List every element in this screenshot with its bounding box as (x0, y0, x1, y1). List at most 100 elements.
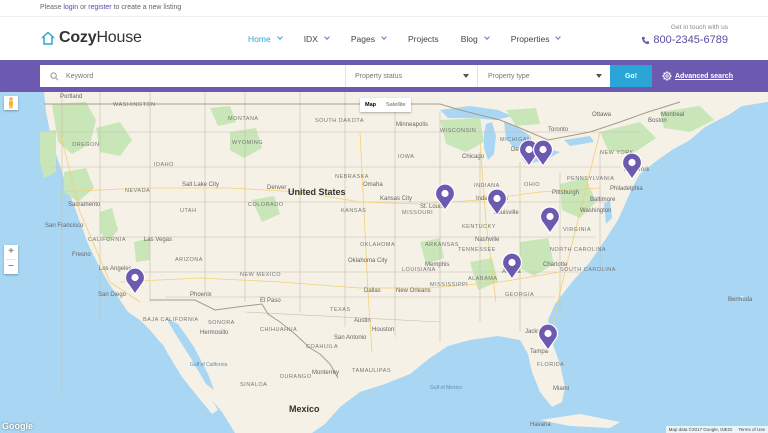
state-label: IOWA (398, 154, 415, 160)
attribution-text: Map data ©2017 Google, INEGI (668, 427, 733, 432)
property-type-select[interactable]: Property type (478, 65, 610, 87)
search-icon (50, 71, 59, 80)
map-pin[interactable] (539, 206, 561, 234)
property-status-select[interactable]: Property status (346, 65, 478, 87)
advanced-search-label: Advanced search (675, 72, 733, 80)
city-label: Washington (580, 208, 612, 214)
city-label: Minneapolis (396, 122, 429, 128)
nav-home[interactable]: Home (248, 33, 283, 44)
country-label-mexico: Mexico (289, 404, 320, 414)
search-bar: Keyword Property status Property type Go… (0, 60, 768, 92)
zoom-out-button[interactable]: − (4, 260, 18, 274)
state-label: COLORADO (248, 202, 284, 208)
city-label: El Paso (260, 298, 281, 304)
state-label: UTAH (180, 208, 197, 214)
state-label: FLORIDA (537, 362, 565, 368)
contact-phone[interactable]: 800-2345-6789 (641, 34, 728, 46)
keyword-placeholder: Keyword (66, 72, 94, 80)
island-label: Bermuda (728, 297, 753, 303)
map-pin[interactable] (501, 252, 523, 280)
state-label: ALABAMA (468, 276, 498, 282)
property-status-label: Property status (355, 72, 403, 80)
state-label: WYOMING (232, 140, 263, 146)
city-label: Ottawa (592, 112, 612, 118)
caret-down-icon (463, 74, 469, 78)
map-pin[interactable] (124, 267, 146, 295)
state-label: SINALOA (240, 382, 268, 388)
city-label: San Antonio (334, 335, 367, 341)
pegman-icon (9, 97, 13, 109)
city-label: Kansas City (380, 196, 413, 202)
nav-properties-label: Properties (510, 33, 550, 44)
register-link[interactable]: register (88, 4, 111, 11)
listings-map[interactable]: United States Mexico Portland WASHINGTON… (0, 92, 768, 433)
notice-prefix: Please (40, 4, 62, 11)
state-label: MISSISSIPPI (430, 282, 469, 288)
city-label: Boston (648, 118, 667, 124)
city-label: Monterrey (312, 370, 340, 376)
state-label: ARIZONA (175, 257, 203, 263)
state-label: CHIHUAHUA (260, 327, 298, 333)
property-type-label: Property type (488, 72, 530, 80)
state-label: TAMAULIPAS (352, 368, 392, 374)
state-label: GEORGIA (505, 292, 535, 298)
state-label: WASHINGTON (113, 102, 156, 108)
nav-idx[interactable]: IDX (303, 33, 330, 44)
map-attribution: Map data ©2017 Google, INEGI Terms of Us… (665, 426, 768, 433)
map-type-satellite-button[interactable]: Satellite (381, 98, 411, 112)
phone-number: 800-2345-6789 (653, 34, 728, 46)
state-label: NORTH CAROLINA (550, 247, 607, 253)
state-label: KENTUCKY (462, 224, 496, 230)
state-label: CALIFORNIA (88, 237, 127, 243)
state-label: ARKANSAS (425, 242, 459, 248)
logo[interactable]: CozyHouse (40, 28, 142, 48)
terms-link[interactable]: Terms of Use (738, 427, 765, 432)
street-view-pegman[interactable] (4, 96, 18, 110)
go-button[interactable]: Go! (610, 65, 652, 87)
advanced-search-link[interactable]: Advanced search (662, 65, 733, 87)
map-pin[interactable] (486, 188, 508, 216)
house-icon (41, 31, 55, 45)
state-label: NEVADA (125, 188, 151, 194)
city-label: San Francisco (45, 223, 84, 229)
nav-home-label: Home (248, 33, 271, 44)
nav-pages-label: Pages (350, 33, 375, 44)
city-label: Pittsburgh (552, 190, 580, 196)
map-pin[interactable] (621, 152, 643, 180)
state-label: NEW MEXICO (240, 272, 282, 278)
map-pin[interactable] (434, 183, 456, 211)
chevron-down-icon (381, 34, 387, 40)
map-type-control: Map Satellite (360, 98, 411, 112)
state-label: COAHUILA (306, 344, 339, 350)
nav-blog[interactable]: Blog (461, 34, 490, 44)
state-label: TEXAS (330, 307, 351, 313)
city-label: Hermosillo (200, 330, 229, 336)
city-label: Charlotte (543, 262, 568, 268)
nav-projects[interactable]: Projects (408, 34, 439, 44)
nav-properties[interactable]: Properties (510, 33, 562, 44)
gear-icon (662, 71, 672, 81)
city-label: New Orleans (396, 288, 431, 294)
top-notice: Please login or register to create a new… (0, 0, 768, 17)
chevron-down-icon (324, 34, 330, 40)
map-pin[interactable] (532, 139, 554, 167)
main-nav: Home IDX Pages Projects Blog Properties (248, 17, 582, 60)
nav-idx-label: IDX (303, 33, 318, 44)
zoom-in-button[interactable]: + (4, 245, 18, 259)
nav-pages[interactable]: Pages (350, 33, 387, 44)
map-pin[interactable] (537, 323, 559, 351)
keyword-input[interactable]: Keyword (40, 65, 346, 87)
map-type-map-button[interactable]: Map (360, 98, 381, 112)
city-label: Toronto (548, 127, 569, 133)
city-label: Omaha (363, 182, 383, 188)
city-label: Denver (267, 185, 287, 191)
zoom-control: + − (4, 245, 18, 274)
water-label: Gulf of California (190, 362, 228, 368)
city-label: Oklahoma City (348, 258, 388, 264)
city-label: Fresno (72, 252, 91, 258)
state-label: NEBRASKA (335, 174, 369, 180)
state-label: SOUTH CAROLINA (560, 267, 616, 273)
state-label: MONTANA (228, 116, 259, 122)
login-link[interactable]: login (63, 4, 78, 11)
city-label: Salt Lake City (182, 182, 220, 188)
